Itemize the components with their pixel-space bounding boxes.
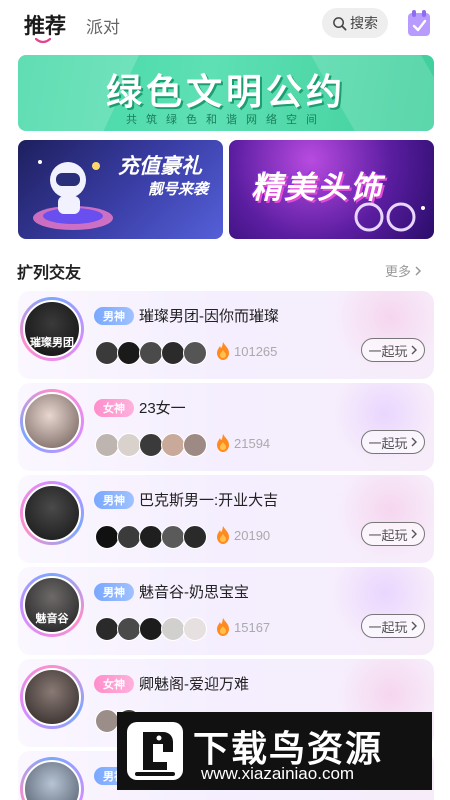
- room-name: 卿魅阁-爱迎万难: [139, 676, 249, 693]
- member-avatar: [139, 433, 163, 457]
- banner-subtitle: 共筑绿色和谐网络空间: [126, 114, 326, 126]
- recharge-promo-card[interactable]: 充值豪礼 靓号来袭: [18, 140, 223, 239]
- member-avatar: [95, 341, 119, 365]
- member-avatar: [95, 617, 119, 641]
- member-avatar: [95, 433, 119, 457]
- member-avatar: [161, 341, 185, 365]
- member-avatar: [139, 525, 163, 549]
- member-avatar: [183, 341, 207, 365]
- chevron-right-icon: [411, 437, 417, 447]
- rings-icon: [354, 202, 425, 232]
- heat-count: 15167: [234, 620, 271, 635]
- fire-icon: [217, 618, 229, 636]
- bird-logo-icon: [127, 722, 183, 780]
- more-link[interactable]: 更多: [385, 261, 423, 280]
- more-label: 更多: [385, 264, 412, 279]
- member-avatar: [95, 525, 119, 549]
- promo-left-title: 充值豪礼: [118, 155, 202, 178]
- row-decoration: [324, 567, 434, 655]
- search-button[interactable]: 搜索: [322, 8, 388, 38]
- fire-icon: [217, 434, 229, 452]
- join-button[interactable]: 一起玩: [361, 614, 425, 638]
- section-title: 扩列交友: [17, 265, 82, 282]
- member-avatar: [117, 433, 141, 457]
- room-name: 23女一: [139, 400, 186, 417]
- member-avatar: [183, 525, 207, 549]
- avatar[interactable]: [23, 484, 81, 542]
- member-avatar: [117, 525, 141, 549]
- tab-recommend[interactable]: 推荐: [24, 10, 66, 40]
- avatar-ring: 璀璨男团: [20, 297, 84, 361]
- room-badge: 男神: [94, 583, 134, 601]
- astronaut-icon: [33, 160, 113, 230]
- watermark-overlay: 下载鸟资源 www.xiazainiao.com: [117, 712, 432, 790]
- search-label: 搜索: [350, 15, 378, 31]
- room-name: 巴克斯男一:开业大吉: [139, 492, 279, 509]
- headwear-promo-card[interactable]: 精美头饰: [229, 140, 434, 239]
- avatar-label: 魅音谷: [35, 613, 69, 625]
- chevron-right-icon: [411, 345, 417, 355]
- member-avatar: [139, 617, 163, 641]
- heat-count: 20190: [234, 528, 271, 543]
- row-decoration: [324, 475, 434, 563]
- row-decoration: [324, 291, 434, 379]
- member-avatar: [139, 341, 163, 365]
- avatar[interactable]: 璀璨男团: [23, 300, 81, 358]
- member-avatar: [183, 617, 207, 641]
- avatar[interactable]: [23, 760, 81, 800]
- task-clipboard-icon[interactable]: [406, 9, 432, 37]
- avatar[interactable]: [23, 392, 81, 450]
- member-avatar: [161, 433, 185, 457]
- room-badge: 女神: [94, 399, 134, 417]
- member-avatar: [117, 617, 141, 641]
- chevron-right-icon: [411, 621, 417, 631]
- tab-underline-icon: [35, 38, 51, 44]
- avatar-ring: [20, 389, 84, 453]
- room-name: 璀璨男团-因你而璀璨: [139, 308, 279, 325]
- room-row[interactable]: 女神 23女一 21594 一起玩: [18, 383, 434, 471]
- member-avatar: [161, 617, 185, 641]
- room-row[interactable]: 男神 巴克斯男一:开业大吉 20190 一起玩: [18, 475, 434, 563]
- join-label: 一起玩: [368, 435, 408, 451]
- search-icon: [333, 16, 347, 30]
- chevron-right-icon: [411, 529, 417, 539]
- fire-icon: [217, 342, 229, 360]
- fire-icon: [217, 526, 229, 544]
- avatar-ring: [20, 481, 84, 545]
- watermark-url: www.xiazainiao.com: [201, 764, 355, 783]
- heat-count: 101265: [234, 344, 278, 359]
- room-badge: 男神: [94, 307, 134, 325]
- room-name: 魅音谷-奶思宝宝: [139, 584, 249, 601]
- join-button[interactable]: 一起玩: [361, 522, 425, 546]
- member-avatar: [161, 525, 185, 549]
- member-avatar: [183, 433, 207, 457]
- join-button[interactable]: 一起玩: [361, 430, 425, 454]
- join-label: 一起玩: [368, 343, 408, 359]
- room-badge: 男神: [94, 491, 134, 509]
- avatar[interactable]: 魅音谷: [23, 576, 81, 634]
- tab-party[interactable]: 派对: [86, 13, 120, 38]
- avatar-ring: [20, 665, 84, 729]
- join-label: 一起玩: [368, 619, 408, 635]
- top-header: 推荐 派对 搜索: [0, 0, 450, 48]
- avatar[interactable]: [23, 668, 81, 726]
- row-decoration: [324, 383, 434, 471]
- banner-title: 绿色文明公约: [105, 71, 346, 112]
- room-badge: 女神: [94, 675, 134, 693]
- room-row[interactable]: 魅音谷 男神 魅音谷-奶思宝宝 15167 一起玩: [18, 567, 434, 655]
- join-label: 一起玩: [368, 527, 408, 543]
- heat-count: 21594: [234, 436, 271, 451]
- member-avatar: [117, 341, 141, 365]
- member-avatar: [95, 709, 119, 733]
- promo-left-subtitle: 靓号来袭: [148, 181, 209, 198]
- avatar-ring: [20, 757, 84, 800]
- avatar-label: 璀璨男团: [30, 337, 74, 349]
- room-row[interactable]: 璀璨男团 男神 璀璨男团-因你而璀璨 101265 一起玩: [18, 291, 434, 379]
- join-button[interactable]: 一起玩: [361, 338, 425, 362]
- chevron-right-icon: [415, 265, 422, 276]
- civility-banner[interactable]: 绿色文明公约 共筑绿色和谐网络空间: [18, 55, 434, 131]
- avatar-ring: 魅音谷: [20, 573, 84, 637]
